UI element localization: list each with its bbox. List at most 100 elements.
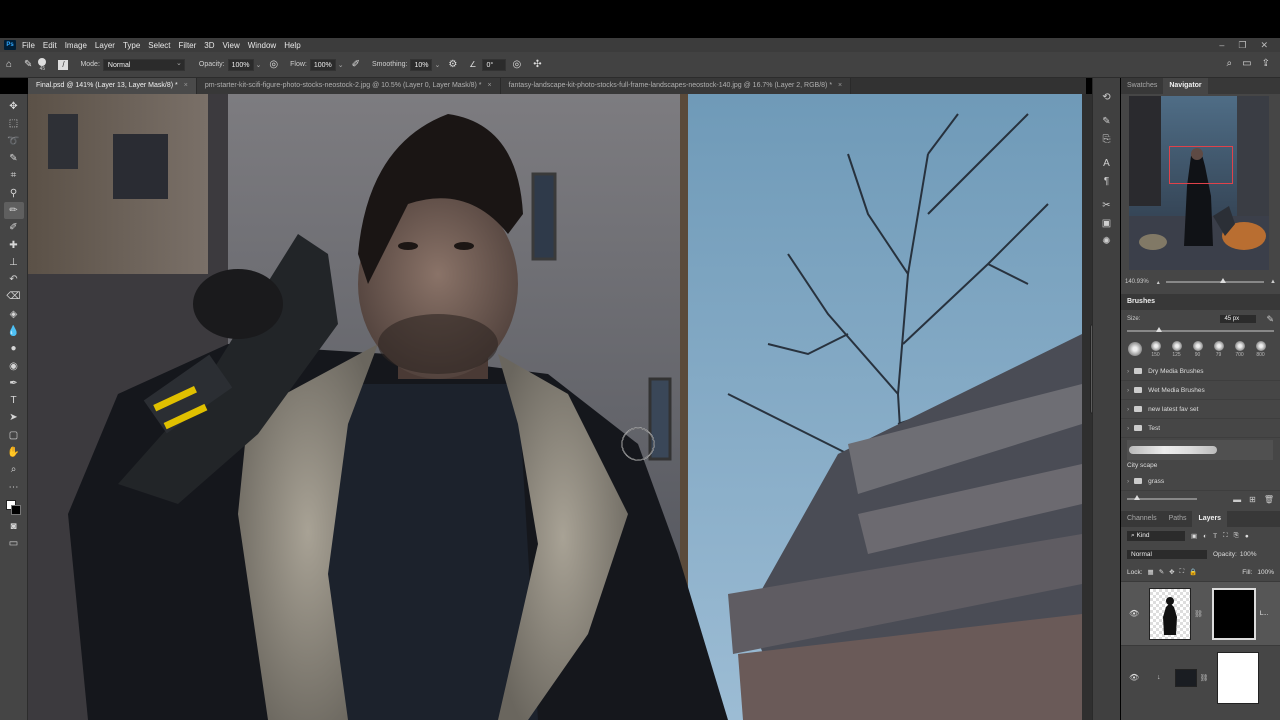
canvas-vertical-scrollbar[interactable] [1082,94,1096,720]
blur-tool-icon[interactable]: 💧 [4,323,24,340]
path-select-tool-icon[interactable]: ➤ [4,409,24,426]
tab-swatches[interactable]: Swatches [1121,78,1163,94]
flow-chevron-icon[interactable]: ⌄ [338,61,344,69]
shape-tool-icon[interactable]: ▢ [4,427,24,444]
share-icon[interactable]: ⇪ [1262,58,1270,69]
search-icon[interactable]: ⌕ [1227,58,1233,69]
chevron-right-icon[interactable]: › [1127,478,1129,485]
type-tool-icon[interactable]: T [4,392,24,409]
brush-preset[interactable]: 800 [1253,340,1268,358]
menu-help[interactable]: Help [284,41,300,50]
brush-settings-toggle-icon[interactable]: ✎ [1266,314,1274,325]
background-color[interactable] [10,504,21,515]
pressure-opacity-icon[interactable]: ◎ [269,59,278,70]
eyedropper-tool-icon[interactable]: ⚲ [4,184,24,201]
tab-navigator[interactable]: Navigator [1163,78,1208,94]
chevron-down-icon[interactable]: › [1127,425,1129,432]
move-tool-icon[interactable]: ✥ [4,98,24,115]
brush-preset[interactable]: 150 [1148,340,1163,358]
adjustment-layer-icon[interactable] [1174,668,1197,687]
quick-select-tool-icon[interactable]: ✎ [4,150,24,167]
brush-settings-panel-icon[interactable]: ✎ [1102,112,1110,130]
menu-layer[interactable]: Layer [95,41,115,50]
eraser-tool-icon[interactable]: ⌫ [4,288,24,305]
lock-image-icon[interactable]: ✎ [1159,568,1164,576]
healing-brush-tool-icon[interactable]: ✚ [4,236,24,253]
brush-tool-icon[interactable]: ✏ [3,201,24,220]
menu-filter[interactable]: Filter [179,41,197,50]
sponge-tool-icon[interactable]: ◉ [4,357,24,374]
menu-window[interactable]: Window [248,41,276,50]
layer-opacity-value[interactable]: 100% [1240,551,1257,558]
mask-link-icon[interactable]: ⛓ [1194,610,1203,618]
gear-icon[interactable]: ⚙ [448,59,457,70]
filter-toggle-icon[interactable]: ● [1245,533,1249,540]
smoothing-field[interactable]: 10% [410,58,433,71]
navigator-zoom-value[interactable]: 140.93% [1125,279,1149,285]
brush-folder[interactable]: › Wet Media Brushes [1121,381,1280,400]
dodge-tool-icon[interactable]: ● [4,340,24,357]
airbrush-icon[interactable]: ✐ [352,59,360,70]
brush-folder[interactable]: › grass [1121,472,1280,491]
filter-pixel-icon[interactable]: ▣ [1191,532,1197,540]
tab-channels[interactable]: Channels [1121,511,1163,527]
home-icon[interactable]: ⌂ [6,59,12,70]
brushes-panel-title[interactable]: Brushes [1121,294,1280,310]
brush-preview-slider[interactable] [1127,495,1197,500]
brush-stroke-preview[interactable] [1127,440,1273,460]
chevron-right-icon[interactable]: › [1127,406,1129,413]
paragraph-icon[interactable]: ¶ [1104,172,1109,190]
tab-layers[interactable]: Layers [1192,511,1228,527]
brush-size-field[interactable]: 45 px [1220,315,1257,323]
color-swatches[interactable] [4,498,24,518]
eye-icon[interactable]: 👁 [1129,673,1143,682]
layer-mask-thumbnail[interactable] [1211,587,1256,640]
close-tab-icon[interactable]: × [838,82,842,89]
menu-3d[interactable]: 3D [204,41,214,50]
clone-stamp-tool-icon[interactable]: ⊥ [4,254,24,271]
brush-preset[interactable]: 125 [1169,340,1184,358]
libraries-icon[interactable]: ▣ [1102,214,1111,232]
history-icon[interactable]: ⟲ [1102,88,1110,106]
clone-source-icon[interactable]: ⎘ [1103,130,1111,148]
brush-size-knob[interactable] [1156,327,1163,332]
menu-type[interactable]: Type [123,41,140,50]
fill-value[interactable]: 100% [1257,569,1274,576]
minimize-icon[interactable]: – [1219,40,1224,50]
pressure-size-icon[interactable]: ◎ [512,59,521,70]
document-canvas[interactable] [28,94,1082,720]
tab-paths[interactable]: Paths [1163,511,1193,527]
lock-transparent-icon[interactable]: ▦ [1148,568,1154,576]
layer-row[interactable]: 👁 ↓ ⛓ [1121,645,1280,709]
brush-preset-picker[interactable]: 45 [38,57,47,72]
brush-preset-soft-round[interactable] [1127,341,1142,357]
mode-select[interactable]: Normal [102,58,185,71]
pencil-tool-icon[interactable]: ✐ [4,219,24,236]
close-tab-icon[interactable]: × [184,82,188,89]
brush-folder[interactable]: › Test [1121,419,1280,438]
preview-slider-knob[interactable] [1134,495,1140,500]
brush-preset[interactable]: 700 [1232,340,1247,358]
lock-all-icon[interactable]: 🔒 [1189,568,1197,576]
filter-smart-object-icon[interactable]: ⎘ [1234,532,1239,540]
character-icon[interactable]: A [1103,154,1110,172]
layer-name[interactable]: L... [1260,611,1268,617]
layer-row-selected[interactable]: 👁 ⛓ L... [1121,581,1280,645]
adjustments-icon[interactable]: ✺ [1102,232,1110,250]
layer-kind-select[interactable]: ⌕ Kind [1127,531,1185,541]
new-brush-icon[interactable]: ⊞ [1249,495,1256,504]
zoom-in-icon[interactable]: ▲ [1270,279,1276,285]
brush-settings-icon[interactable]: / [58,59,69,70]
symmetry-icon[interactable]: ✣ [533,59,541,70]
lasso-tool-icon[interactable]: ➰ [4,133,24,150]
filter-shape-icon[interactable]: ⛶ [1223,532,1228,540]
menu-edit[interactable]: Edit [43,41,57,50]
quick-mask-icon[interactable]: ◙ [4,518,24,535]
restore-icon[interactable]: ❐ [1238,40,1246,51]
brush-folder[interactable]: › Dry Media Brushes [1121,362,1280,381]
brush-preset[interactable]: 79 [1211,340,1226,358]
history-brush-tool-icon[interactable]: ↶ [4,271,24,288]
tab-scifi-figure[interactable]: pm-starter-kit-scifi-figure-photo-stocks… [196,78,501,94]
pen-tool-icon[interactable]: ✒ [4,375,24,392]
brush-size-slider[interactable] [1127,327,1274,332]
